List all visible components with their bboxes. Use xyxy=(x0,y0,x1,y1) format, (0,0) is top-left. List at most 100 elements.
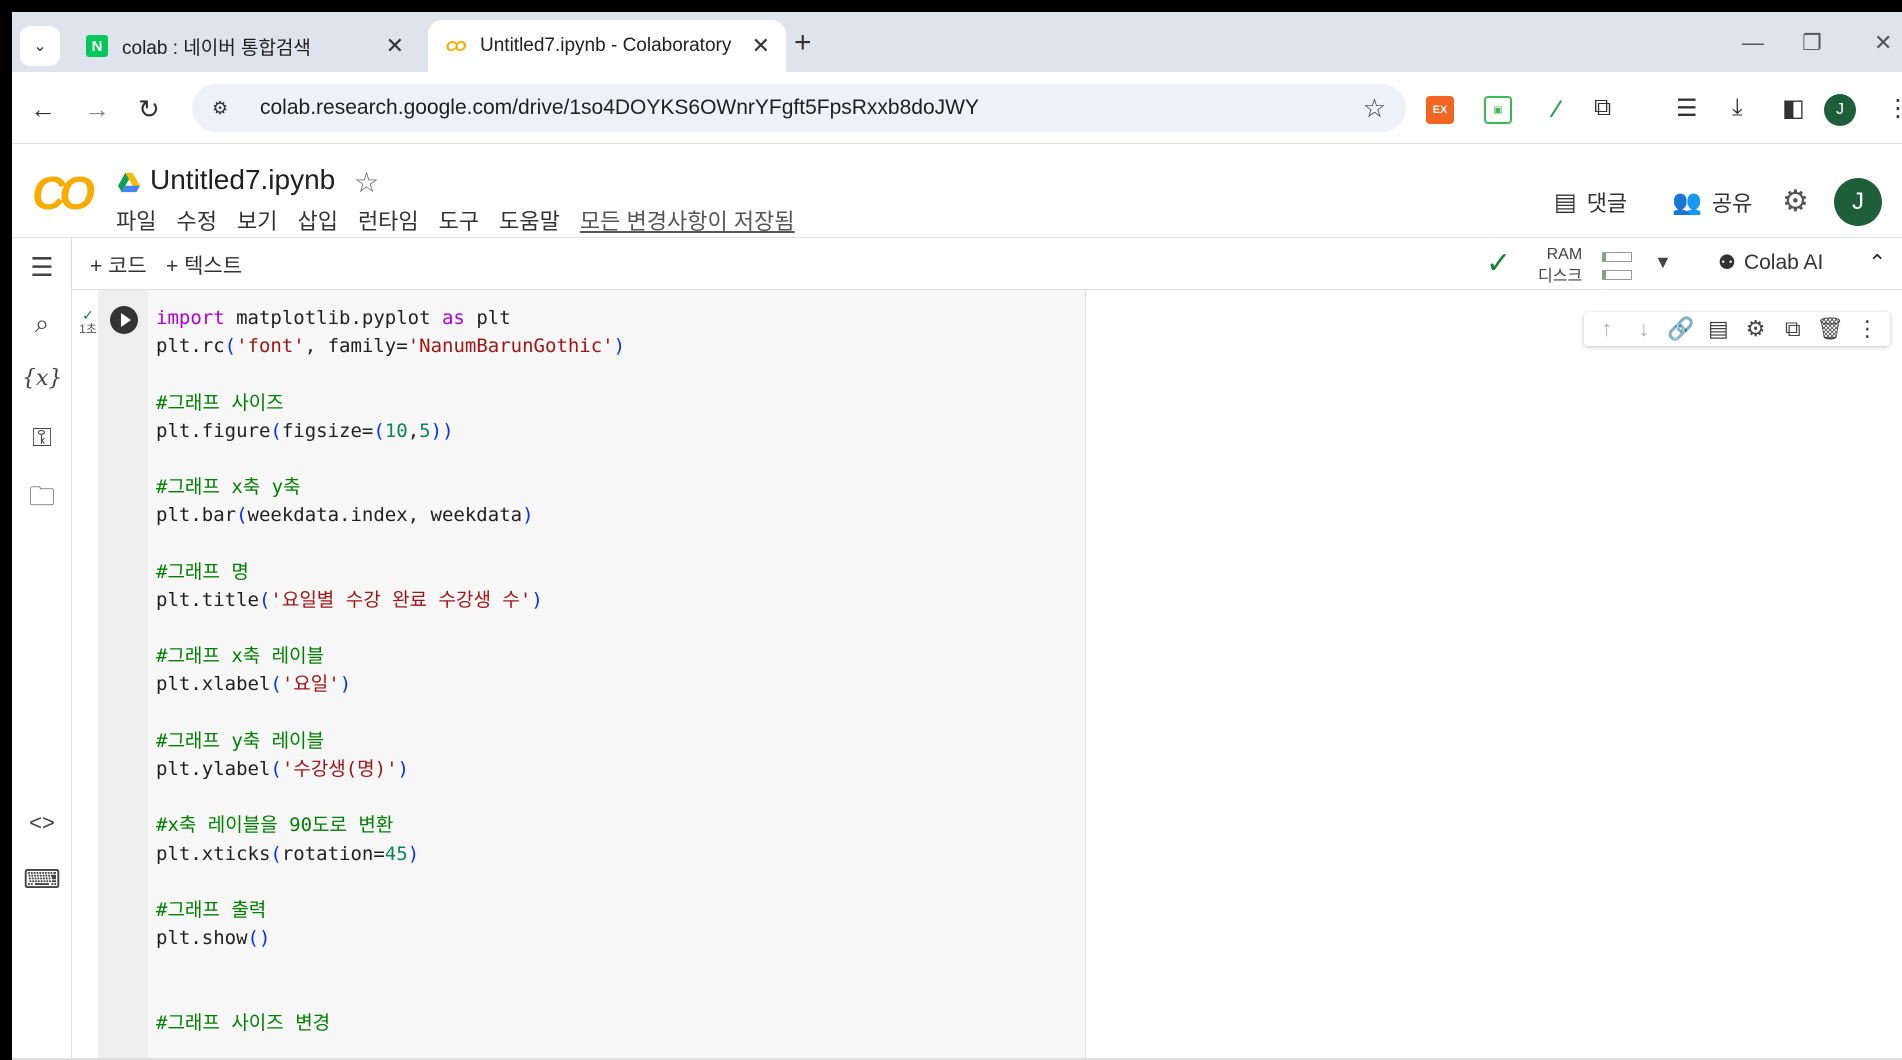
code-line[interactable]: plt.xticks(rotation=45) xyxy=(156,840,625,868)
colab-ai-button[interactable]: ⚉ Colab AI xyxy=(1718,250,1823,275)
files-folder-icon[interactable]: 🗀 xyxy=(22,478,62,522)
code-line[interactable]: #그래프 사이즈 xyxy=(156,389,625,417)
chevron-down-icon: ⌄ xyxy=(33,38,47,55)
extensions-puzzle-icon[interactable]: ⧉ xyxy=(1594,94,1611,122)
delete-cell-icon[interactable]: 🗑 xyxy=(1815,316,1845,342)
variables-icon[interactable]: {x} xyxy=(22,366,62,391)
side-panel-icon[interactable]: ◧ xyxy=(1782,94,1805,123)
table-of-contents-icon[interactable]: ☰ xyxy=(22,252,62,283)
colab-logo[interactable]: CO xyxy=(32,166,95,220)
runtime-dropdown-icon[interactable]: ▼ xyxy=(1654,252,1672,273)
new-tab-button[interactable]: + xyxy=(794,26,812,60)
collapse-header-icon[interactable]: ⌃ xyxy=(1868,250,1886,276)
terminal-icon[interactable]: ⌨ xyxy=(22,864,62,895)
code-line[interactable] xyxy=(156,981,625,1009)
code-line[interactable]: import matplotlib.pyplot as plt xyxy=(156,304,625,332)
code-line[interactable]: #그래프 사이즈 변경 xyxy=(156,1009,625,1037)
site-info-icon[interactable]: ⚙ xyxy=(212,98,238,119)
saved-status[interactable]: 모든 변경사항이 저장됨 xyxy=(580,204,795,236)
star-notebook-icon[interactable]: ☆ xyxy=(354,166,379,199)
minimize-icon[interactable]: — xyxy=(1742,30,1764,56)
tab-colab-notebook[interactable]: CO Untitled7.ipynb - Colaboratory ✕ xyxy=(428,20,786,72)
move-cell-up-icon[interactable]: ↑ xyxy=(1592,316,1622,342)
code-line[interactable]: plt.ylabel('수강생(명)') xyxy=(156,755,625,783)
address-url[interactable]: colab.research.google.com/drive/1so4DOYK… xyxy=(260,96,1363,120)
more-options-icon[interactable]: ⋮ xyxy=(1852,316,1882,342)
code-line[interactable]: plt.rc('font', family='NanumBarunGothic'… xyxy=(156,332,625,360)
code-snippets-icon[interactable]: <> xyxy=(22,810,62,836)
menu-runtime[interactable]: 런타임 xyxy=(358,204,419,236)
comment-button[interactable]: ▤ 댓글 xyxy=(1554,186,1627,218)
close-tab-icon[interactable]: ✕ xyxy=(752,33,770,59)
address-bar[interactable]: ⚙ colab.research.google.com/drive/1so4DO… xyxy=(192,84,1406,132)
code-line[interactable]: #그래프 명 xyxy=(156,558,625,586)
code-line[interactable]: plt.title('요일별 수강 완료 수강생 수') xyxy=(156,586,625,614)
secrets-key-icon[interactable]: ⚿ xyxy=(22,422,62,454)
forward-icon[interactable]: → xyxy=(84,94,110,125)
settings-gear-icon[interactable]: ⚙ xyxy=(1782,184,1809,219)
account-avatar[interactable]: J xyxy=(1834,178,1882,226)
code-line[interactable]: #그래프 y축 레이블 xyxy=(156,727,625,755)
code-line[interactable] xyxy=(156,868,625,896)
google-drive-icon[interactable] xyxy=(118,172,140,194)
code-editor[interactable]: import matplotlib.pyplot as plt plt.rc('f… xyxy=(156,304,625,1037)
add-code-button[interactable]: + 코드 xyxy=(90,250,147,280)
code-line[interactable] xyxy=(156,360,625,388)
code-cell[interactable]: import matplotlib.pyplot as plt plt.rc('f… xyxy=(98,290,1086,1060)
code-line[interactable] xyxy=(156,530,625,558)
extension-screen-icon[interactable]: ▣ xyxy=(1484,96,1512,124)
tab-search-button[interactable]: ⌄ xyxy=(20,26,60,66)
code-line[interactable]: plt.xlabel('요일') xyxy=(156,670,625,698)
reload-icon[interactable]: ↻ xyxy=(138,94,160,125)
close-tab-icon[interactable]: ✕ xyxy=(386,33,404,59)
bookmark-star-icon[interactable]: ☆ xyxy=(1363,93,1386,124)
menu-file[interactable]: 파일 xyxy=(116,204,156,236)
code-line[interactable]: #그래프 x축 y축 xyxy=(156,473,625,501)
menu-edit[interactable]: 수정 xyxy=(176,204,216,236)
link-cell-icon[interactable]: 🔗 xyxy=(1666,316,1696,342)
close-window-icon[interactable]: ✕ xyxy=(1874,30,1892,56)
media-control-icon[interactable]: ☰ xyxy=(1676,94,1698,123)
code-line[interactable]: #그래프 x축 레이블 xyxy=(156,642,625,670)
code-line[interactable] xyxy=(156,699,625,727)
tab-naver-search[interactable]: N colab : 네이버 통합검색 ✕ xyxy=(70,20,420,72)
extension-ex-icon[interactable]: EX xyxy=(1426,96,1454,124)
download-icon[interactable]: ⤓ xyxy=(1732,94,1743,122)
disk-bar xyxy=(1602,270,1632,280)
chrome-menu-icon[interactable]: ⋮ xyxy=(1886,94,1902,123)
add-text-button[interactable]: + 텍스트 xyxy=(166,250,242,280)
menu-insert[interactable]: 삽입 xyxy=(297,204,337,236)
code-line[interactable]: #x축 레이블을 90도로 변환 xyxy=(156,811,625,839)
back-icon[interactable]: ← xyxy=(30,94,56,125)
menu-view[interactable]: 보기 xyxy=(237,204,277,236)
browser-toolbar: ← → ↻ ⚙ colab.research.google.com/drive/… xyxy=(12,72,1902,144)
menu-tools[interactable]: 도구 xyxy=(439,204,479,236)
code-line[interactable]: plt.show() xyxy=(156,924,625,952)
search-icon[interactable]: ⌕ xyxy=(22,308,62,340)
code-line[interactable] xyxy=(156,614,625,642)
move-cell-down-icon[interactable]: ↓ xyxy=(1629,316,1659,342)
menu-help[interactable]: 도움말 xyxy=(499,204,560,236)
comment-cell-icon[interactable]: ▤ xyxy=(1703,316,1733,342)
share-label: 공유 xyxy=(1711,191,1753,216)
extension-pen-icon[interactable]: ⁄ xyxy=(1542,96,1570,124)
share-button[interactable]: 👥 공유 xyxy=(1672,186,1752,218)
connected-check-icon[interactable]: ✓ xyxy=(1486,246,1511,281)
mirror-cell-icon[interactable]: ⧉ xyxy=(1778,316,1808,342)
code-line[interactable]: plt.bar(weekdata.index, weekdata) xyxy=(156,501,625,529)
cell-settings-icon[interactable]: ⚙ xyxy=(1741,316,1771,342)
execution-status: ✓ 1초 xyxy=(78,308,98,336)
run-cell-button[interactable] xyxy=(110,306,138,334)
code-line[interactable] xyxy=(156,952,625,980)
ram-bar-fill xyxy=(1603,253,1606,261)
notebook-title[interactable]: Untitled7.ipynb xyxy=(150,164,335,196)
resource-labels[interactable]: RAM 디스크 xyxy=(1538,244,1582,288)
left-sidebar: ☰ ⌕ {x} ⚿ 🗀 <> ⌨ xyxy=(12,238,72,1060)
resource-bars[interactable] xyxy=(1602,248,1632,288)
code-line[interactable]: plt.figure(figsize=(10,5)) xyxy=(156,417,625,445)
code-line[interactable] xyxy=(156,445,625,473)
profile-avatar[interactable]: J xyxy=(1824,94,1856,126)
code-line[interactable]: #그래프 출력 xyxy=(156,896,625,924)
code-line[interactable] xyxy=(156,783,625,811)
restore-icon[interactable]: ❐ xyxy=(1802,30,1822,56)
